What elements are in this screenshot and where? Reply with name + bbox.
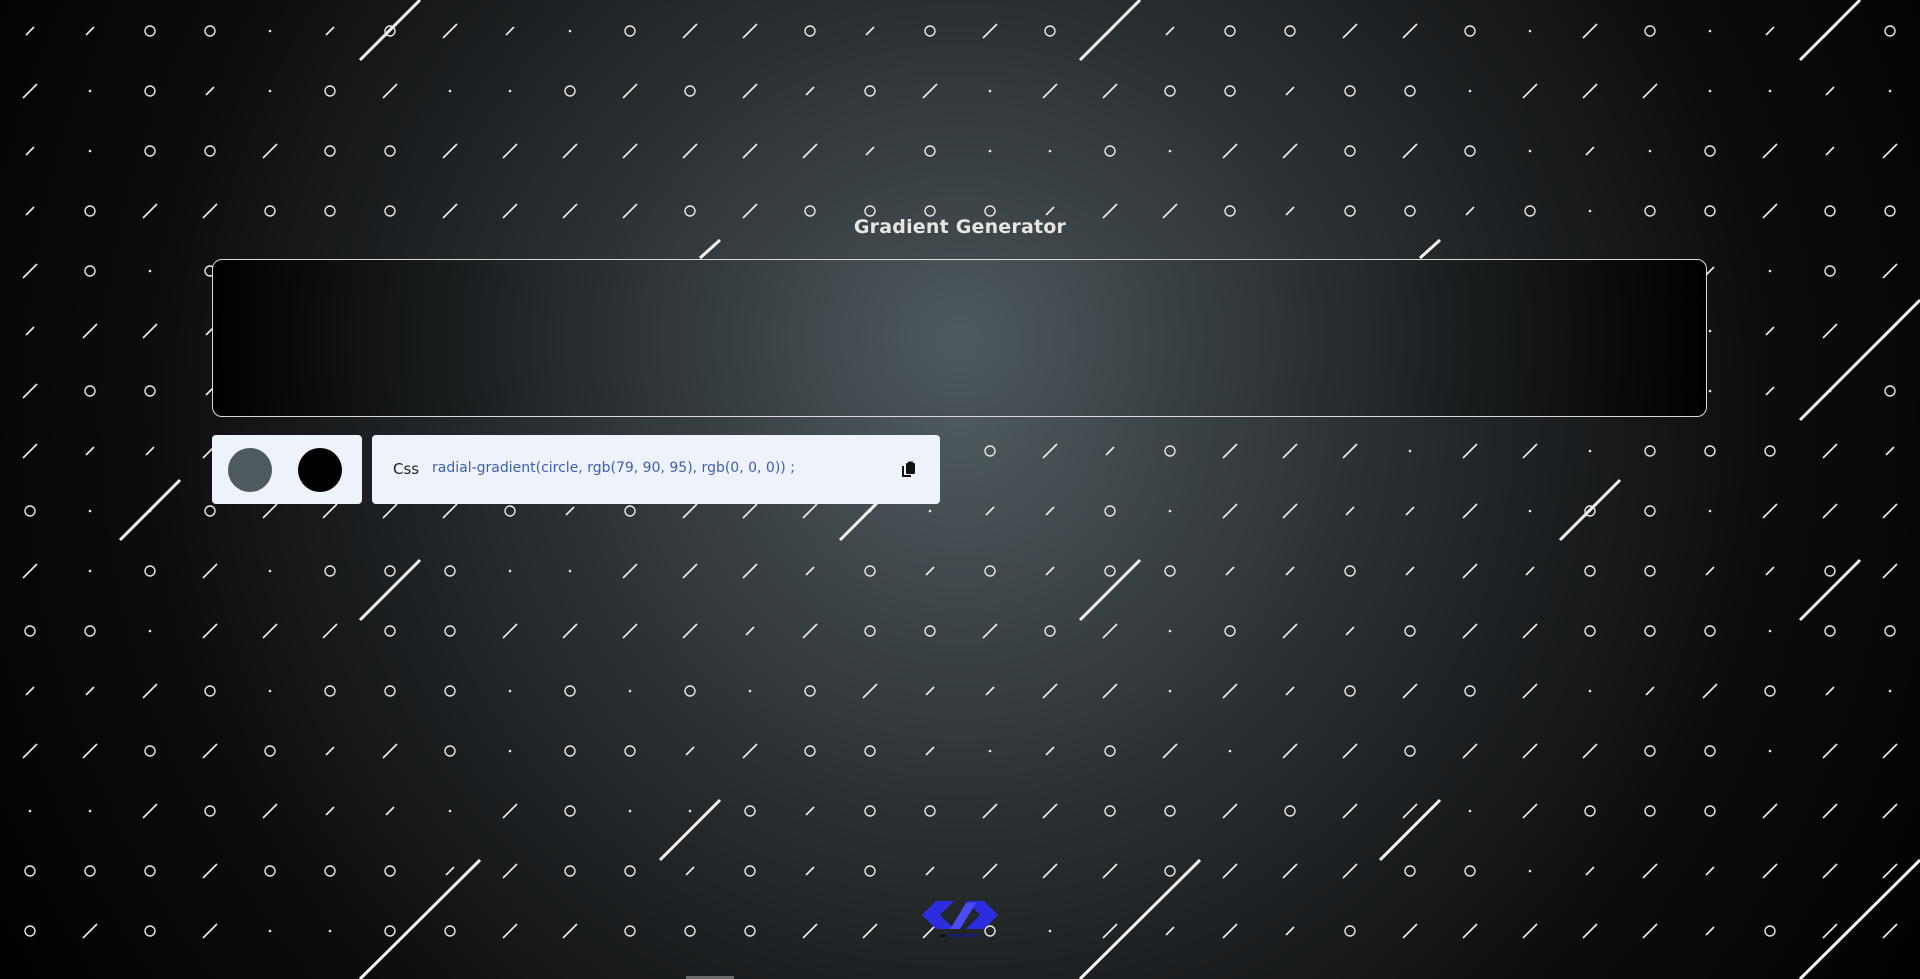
copy-icon — [902, 461, 915, 477]
brand-logo[interactable] — [920, 893, 1000, 941]
copy-button[interactable] — [899, 459, 919, 479]
color-stop-1-swatch[interactable] — [228, 448, 272, 492]
color-picker-panel — [212, 435, 362, 504]
css-code-text: radial-gradient(circle, rgb(79, 90, 95),… — [432, 460, 795, 476]
css-output-panel: Css radial-gradient(circle, rgb(79, 90, … — [372, 435, 940, 504]
gradient-preview — [212, 259, 1707, 417]
css-label: Css — [393, 460, 420, 478]
color-stop-2-swatch[interactable] — [298, 448, 342, 492]
page-title: Gradient Generator — [853, 216, 1067, 238]
brand-logo-icon — [922, 901, 998, 937]
